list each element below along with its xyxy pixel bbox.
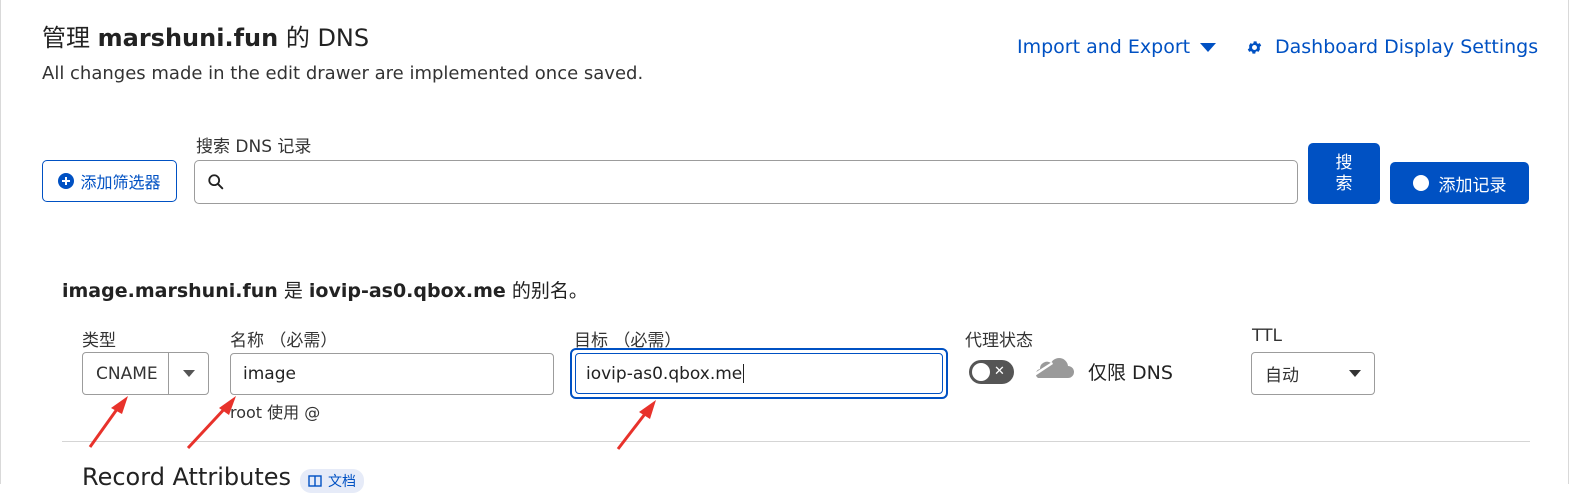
title-prefix: 管理 [42, 24, 90, 52]
ttl-select[interactable]: 自动 [1251, 352, 1375, 395]
import-export-label: Import and Export [1017, 36, 1191, 58]
close-icon: ✕ [994, 364, 1005, 379]
proxy-state-text: 仅限 DNS [1088, 362, 1173, 384]
add-filter-label: 添加筛选器 [80, 173, 161, 192]
page-subtitle: All changes made in the edit drawer are … [42, 63, 644, 84]
alias-name: image.marshuni.fun [62, 280, 278, 302]
alias-connector: 是 [283, 280, 303, 302]
divider [62, 441, 1530, 442]
book-icon [308, 475, 322, 487]
proxy-toggle[interactable]: ✕ [969, 360, 1014, 384]
search-label: 搜索 DNS 记录 [196, 137, 312, 157]
caret-down-icon [1349, 370, 1361, 377]
title-suffix: 的 DNS [285, 24, 370, 52]
search-button-label: 搜索 [1335, 152, 1353, 194]
proxy-status-label: 代理状态 [965, 331, 1033, 351]
docs-link[interactable]: 文档 [300, 469, 364, 493]
name-input[interactable]: image [230, 353, 554, 395]
target-input[interactable]: iovip-as0.qbox.me [570, 348, 948, 399]
type-label: 类型 [82, 331, 116, 351]
ttl-value: 自动 [1265, 366, 1299, 386]
name-label: 名称 （必需） [230, 331, 338, 351]
caret-down-icon [182, 370, 195, 377]
search-input[interactable] [194, 160, 1298, 204]
dashboard-display-settings-link[interactable]: Dashboard Display Settings [1246, 36, 1538, 58]
alias-target: iovip-as0.qbox.me [308, 280, 506, 302]
cloud-icon [1033, 358, 1074, 378]
page-title: 管理 marshuni.fun 的 DNS [42, 18, 369, 53]
add-record-button[interactable]: 添加记录 [1390, 162, 1529, 204]
search-icon [208, 174, 224, 190]
ttl-label: TTL [1252, 326, 1282, 346]
alias-suffix: 的别名。 [511, 280, 588, 302]
import-export-dropdown[interactable]: Import and Export [1017, 36, 1217, 58]
search-button[interactable]: 搜索 [1308, 143, 1380, 204]
target-value: iovip-as0.qbox.me [586, 363, 743, 384]
name-hint: root 使用 @ [230, 403, 321, 422]
record-attributes-heading: Record Attributes [82, 463, 292, 491]
target-input-field[interactable]: iovip-as0.qbox.me [575, 353, 943, 394]
text-cursor [743, 364, 745, 383]
title-domain: marshuni.fun [97, 24, 279, 52]
add-filter-button[interactable]: 添加筛选器 [42, 160, 177, 202]
toggle-knob [972, 363, 990, 381]
caret-down-icon [1200, 42, 1217, 52]
gear-icon [1247, 40, 1262, 54]
add-record-label: 添加记录 [1438, 175, 1507, 196]
plus-circle-icon [58, 173, 75, 189]
plus-circle-icon [1412, 175, 1429, 191]
docs-label: 文档 [328, 474, 356, 490]
type-select[interactable]: CNAME [82, 352, 209, 395]
alias-description: image.marshuni.fun 是 iovip-as0.qbox.me 的… [62, 276, 588, 303]
type-value: CNAME [96, 363, 158, 384]
type-dropdown-toggle[interactable] [168, 353, 208, 394]
dashboard-settings-label: Dashboard Display Settings [1275, 36, 1539, 58]
